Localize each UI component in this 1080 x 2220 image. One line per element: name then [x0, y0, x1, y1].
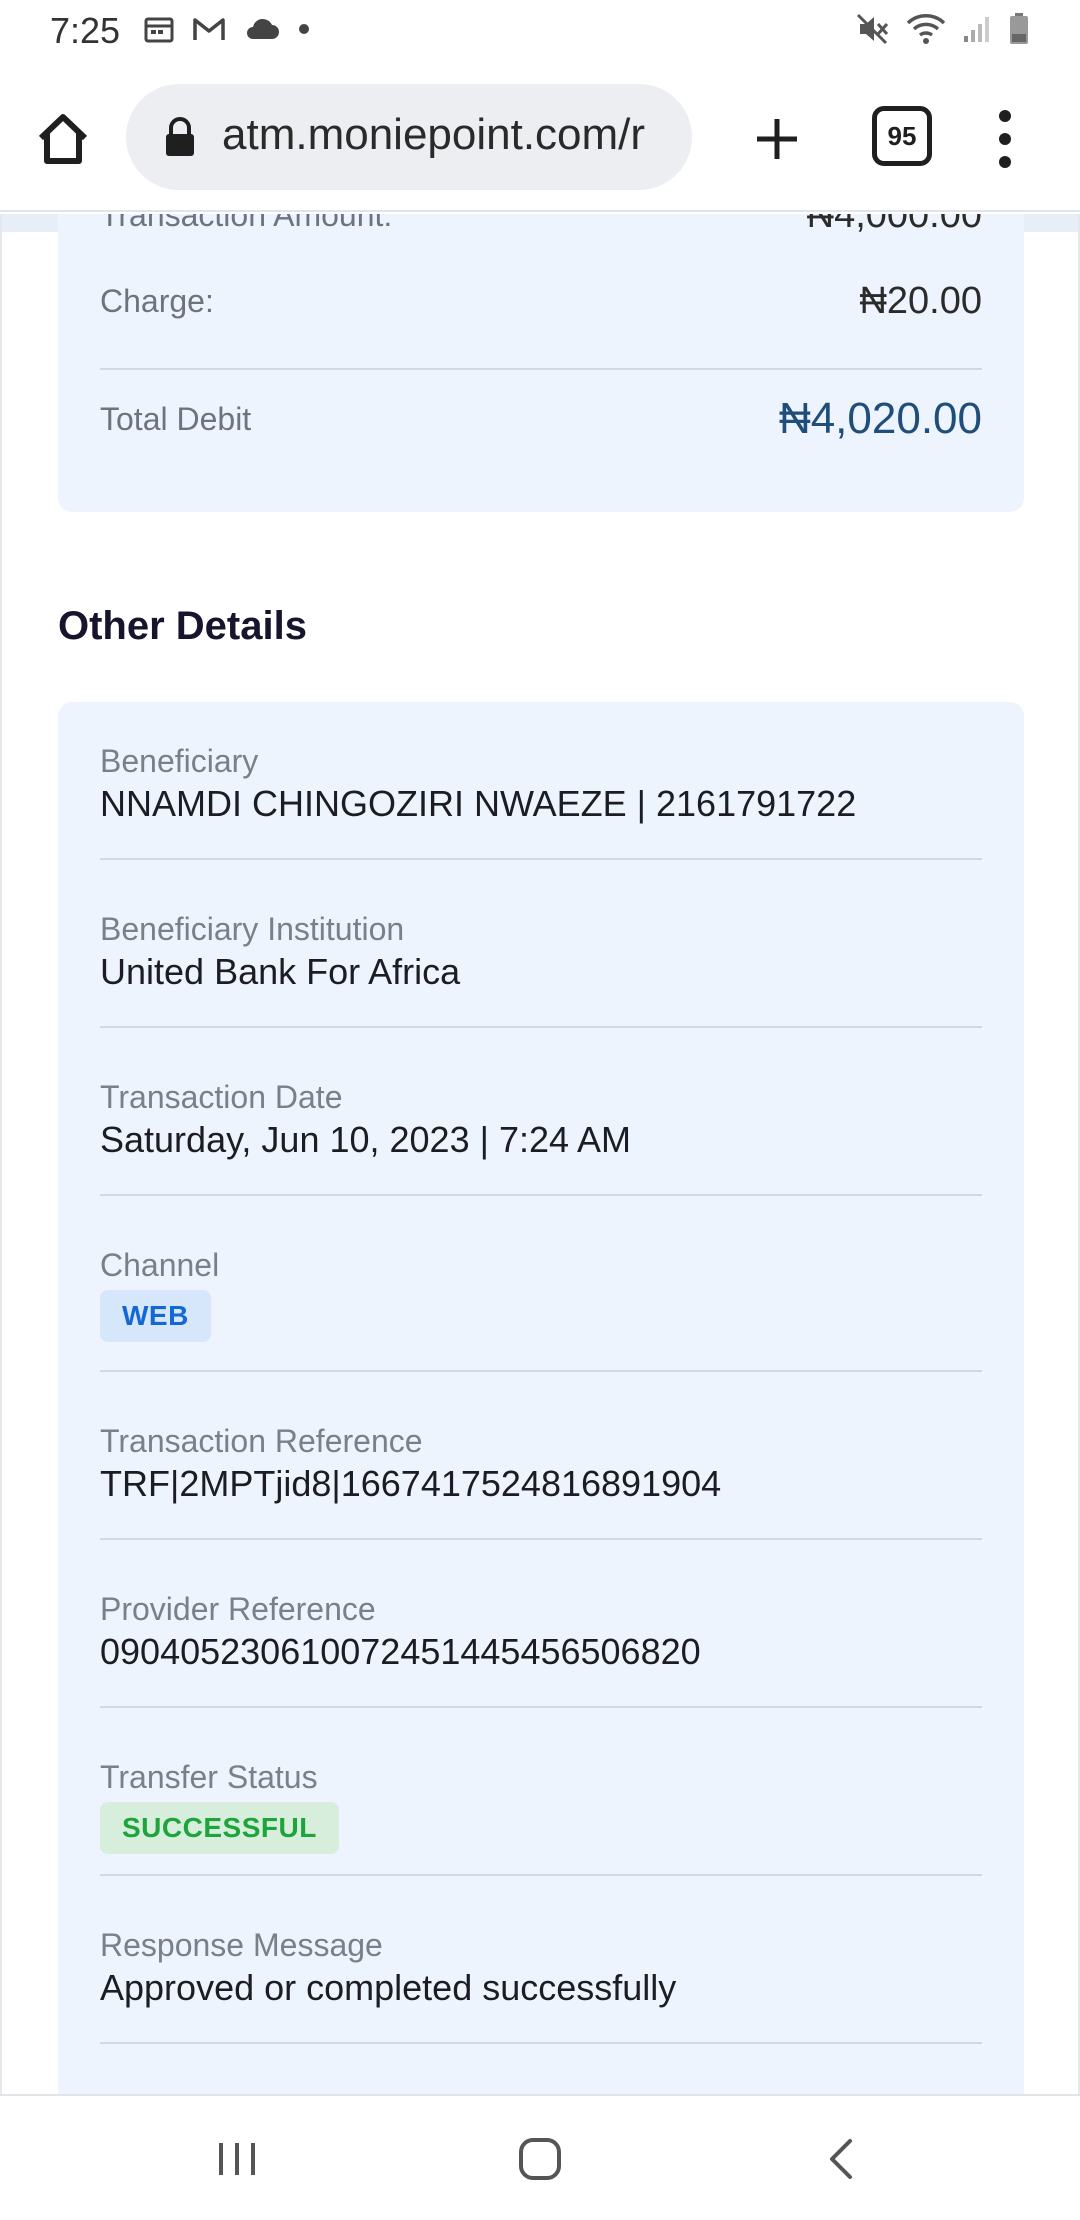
status-badge: SUCCESSFUL	[100, 1802, 339, 1854]
detail-value: United Bank For Africa	[100, 951, 461, 992]
notification-icons	[144, 14, 310, 48]
page-border-left	[0, 214, 2, 2094]
other-details-card: Beneficiary NNAMDI CHINGOZIRI NWAEZE | 2…	[58, 702, 1024, 2094]
signal-icon	[962, 14, 992, 49]
home-nav-icon	[519, 2138, 561, 2180]
transaction-amount-row: Transaction Amount: ₦4,000.00	[100, 214, 982, 237]
detail-label: Beneficiary Institution	[100, 911, 405, 947]
detail-divider	[100, 1370, 982, 1372]
wifi-icon	[906, 13, 946, 50]
detail-value: 090405230610072451445456506820	[100, 1631, 701, 1672]
url-text: atm.moniepoint.com/r	[222, 110, 646, 159]
menu-dot-icon	[999, 110, 1011, 122]
charge-row: Charge: ₦20.00	[100, 280, 982, 323]
detail-divider	[100, 1874, 982, 1876]
menu-dot-icon	[999, 156, 1011, 168]
detail-channel: Channel WEB	[100, 1246, 982, 1342]
status-bar: 7:25	[0, 0, 1080, 62]
detail-value: NNAMDI CHINGOZIRI NWAEZE | 2161791722	[100, 783, 857, 824]
home-nav-button[interactable]	[505, 2124, 575, 2194]
address-bar[interactable]: atm.moniepoint.com/r	[126, 84, 692, 190]
detail-label: Transaction Reference	[100, 1423, 423, 1459]
detail-value: TRF|2MPTjid8|1667417524816891904	[100, 1463, 722, 1504]
detail-label: Channel	[100, 1247, 220, 1283]
detail-label: Transaction Date	[100, 1079, 343, 1115]
detail-value: Saturday, Jun 10, 2023 | 7:24 AM	[100, 1119, 632, 1160]
calendar-icon	[144, 15, 174, 48]
new-tab-button[interactable]	[742, 104, 812, 174]
recent-apps-icon	[219, 2143, 255, 2175]
mute-icon	[856, 13, 890, 50]
system-navigation-bar	[0, 2094, 1080, 2220]
dot-icon	[298, 22, 310, 40]
status-time: 7:25	[50, 10, 121, 51]
detail-label: Beneficiary	[100, 743, 259, 779]
channel-badge: WEB	[100, 1290, 211, 1342]
detail-divider	[100, 1538, 982, 1540]
detail-response-message: Response Message Approved or completed s…	[100, 1926, 982, 2010]
detail-divider	[100, 858, 982, 860]
detail-divider	[100, 1706, 982, 1708]
browser-toolbar: atm.moniepoint.com/r 95	[0, 62, 1080, 212]
detail-divider	[100, 2042, 982, 2044]
other-details-title: Other Details	[58, 604, 307, 648]
home-button[interactable]	[28, 104, 98, 174]
amount-divider	[100, 368, 982, 370]
detail-label: Provider Reference	[100, 1591, 376, 1627]
transaction-amount-value: ₦4,000.00	[806, 214, 982, 236]
total-debit-row: Total Debit ₦4,020.00	[100, 394, 982, 444]
system-icons	[856, 12, 1030, 50]
lock-icon	[162, 116, 198, 163]
detail-divider	[100, 1026, 982, 1028]
amount-summary-card: Transaction Amount: ₦4,000.00 Charge: ₦2…	[58, 214, 1024, 512]
battery-icon	[1008, 12, 1030, 51]
cloud-icon	[244, 17, 280, 46]
detail-label: Response Message	[100, 1927, 383, 1963]
detail-transfer-status: Transfer Status SUCCESSFUL	[100, 1758, 982, 1854]
plus-icon	[757, 119, 797, 159]
menu-dot-icon	[999, 133, 1011, 145]
detail-beneficiary: Beneficiary NNAMDI CHINGOZIRI NWAEZE | 2…	[100, 742, 982, 826]
back-icon	[830, 2139, 852, 2179]
detail-value: Approved or completed successfully	[100, 1967, 677, 2008]
total-debit-label: Total Debit	[100, 400, 252, 437]
overflow-menu-button[interactable]	[990, 102, 1020, 176]
recent-apps-button[interactable]	[202, 2124, 272, 2194]
detail-beneficiary-institution: Beneficiary Institution United Bank For …	[100, 910, 982, 994]
detail-divider	[100, 1194, 982, 1196]
detail-provider-reference: Provider Reference 090405230610072451445…	[100, 1590, 982, 1674]
back-button[interactable]	[806, 2124, 876, 2194]
home-icon	[38, 114, 88, 164]
tab-switcher-button[interactable]: 95	[872, 106, 932, 166]
detail-label: Transfer Status	[100, 1759, 318, 1795]
page-content[interactable]: Transaction Amount: ₦4,000.00 Charge: ₦2…	[0, 214, 1080, 2094]
charge-value: ₦20.00	[859, 280, 982, 322]
gmail-icon	[192, 16, 226, 47]
transaction-amount-label: Transaction Amount:	[100, 214, 393, 233]
total-debit-value: ₦4,020.00	[778, 394, 982, 443]
detail-transaction-date: Transaction Date Saturday, Jun 10, 2023 …	[100, 1078, 982, 1162]
detail-transaction-reference: Transaction Reference TRF|2MPTjid8|16674…	[100, 1422, 982, 1506]
charge-label: Charge:	[100, 283, 214, 319]
